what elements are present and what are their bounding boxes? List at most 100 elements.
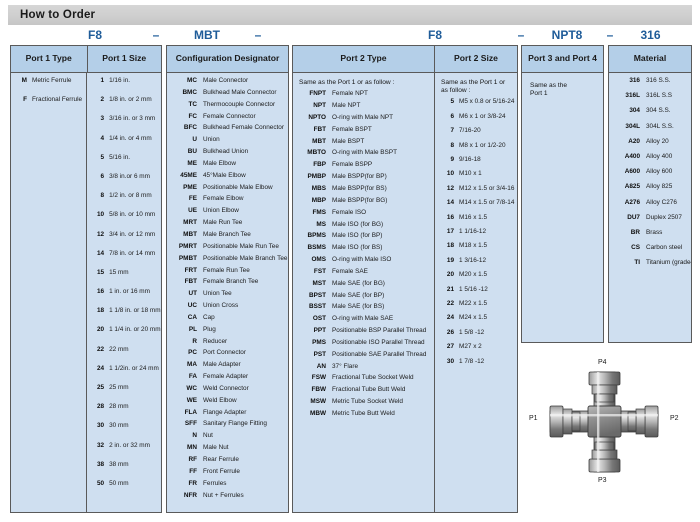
entry-row: BR Brass (609, 228, 691, 245)
entry-code: U (192, 136, 197, 144)
entry-description: Rear Ferrule (203, 456, 239, 463)
entry-row: DU7 Duplex 2507 (609, 214, 691, 230)
entry-code: 12 (96, 230, 105, 238)
column-port2-type: Same as the Port 1 or as follow : FNPT Fe… (293, 73, 435, 512)
code-segment-material: 316 (640, 28, 661, 42)
entry-row: NFR Nut + Ferrules (167, 491, 288, 505)
entry-code: A20 (628, 137, 640, 145)
entry-description: 9/16-18 (459, 156, 481, 164)
entry-code: WE (186, 396, 197, 404)
entry-code: 20 (446, 271, 454, 279)
entry-row: 316L 316L S.S (609, 92, 691, 108)
entry-code: 27 (446, 343, 454, 351)
entry-code: 6 (450, 112, 454, 120)
entry-code: FC (188, 112, 197, 120)
entry-row: FR Ferrules (167, 480, 288, 493)
entry-code: SFF (184, 420, 197, 428)
entry-code: 28 (96, 403, 105, 411)
entry-row: WC Weld Connector (167, 385, 288, 398)
entry-row: A20 Alloy 20 (609, 137, 691, 154)
entry-description: Reducer (203, 337, 228, 345)
group-port34-header: Port 3 and Port 4 (522, 46, 603, 73)
entry-row: 18 M18 x 1.5 (435, 242, 517, 257)
entry-description: 3/16 in. or 3 mm (109, 115, 156, 123)
entry-description: Fractional Tube Butt Weld (332, 386, 406, 394)
entry-row: 3 3/16 in. or 3 mm (87, 115, 161, 135)
entry-code: NPTO (308, 113, 326, 121)
entry-description: Metric Tube Socket Weld (332, 398, 403, 406)
entry-code: 16 (96, 288, 105, 296)
entry-row: PMBT Positionable Male Branch Tee (167, 255, 288, 268)
cross-fitting-figure: P1 P2 P3 P4 (528, 358, 696, 488)
entry-description: O-ring with Male BSPT (332, 149, 397, 157)
entry-code: PMBP (307, 173, 326, 181)
entry-code: 22 (96, 345, 105, 353)
port2-size-note: Same as the Port 1 or as follow : (441, 79, 506, 95)
entry-description: Brass (646, 228, 663, 236)
entry-code: A400 (624, 152, 640, 160)
entry-description: 304 S.S. (646, 107, 671, 115)
entry-description: M10 x 1 (459, 170, 482, 178)
entry-row: 19 1 3/16-12 (435, 256, 517, 272)
group-port1-header: Port 1 Type Port 1 Size (11, 46, 161, 73)
entry-code: 24 (96, 364, 105, 372)
entry-row: 32 2 in. or 32 mm (87, 441, 161, 462)
entry-code: PMS (312, 338, 326, 346)
entry-description: Female BSPP (332, 161, 373, 169)
entry-code: BSST (308, 303, 326, 311)
entry-description: 3/4 in. or 12 mm (109, 230, 156, 238)
entry-description: Male BSPP(for BG) (332, 196, 388, 204)
entry-description: 316L S.S (646, 92, 673, 100)
code-segment-port2: F8 (427, 28, 442, 42)
entry-code: 15 (96, 268, 105, 276)
entry-code: R (192, 337, 197, 345)
entry-row: 26 1 5/8 -12 (435, 329, 517, 344)
entry-code: 9 (450, 156, 454, 164)
entry-code: CS (631, 244, 640, 252)
entry-row: 25 25 mm (87, 384, 161, 404)
entry-row: 15 15 mm (87, 268, 161, 289)
group-port2: Port 2 Type Port 2 Size Same as the Port… (292, 45, 518, 513)
entry-code: FSW (311, 374, 326, 382)
entry-description: 1/4 in. or 4 mm (109, 134, 152, 142)
entry-row: TI Titanium (grade4) (609, 259, 691, 275)
entry-code: MA (187, 361, 197, 369)
entry-description: Male Branch Tee (203, 230, 251, 238)
entry-code: NFR (183, 491, 197, 499)
entry-row: 50 50 mm (87, 480, 161, 500)
column-header-port1-size: Port 1 Size (102, 53, 147, 64)
entry-description: 15 mm (109, 268, 129, 276)
entry-code: PC (188, 349, 197, 357)
page-title-bar: How to Order (8, 5, 692, 25)
entry-description: 2 in. or 32 mm (109, 441, 150, 449)
entry-description: M24 x 1.5 (459, 314, 488, 322)
entry-code: MS (316, 220, 326, 228)
entry-description: Male SAE (for BG) (332, 279, 385, 287)
entry-code: MBP (311, 196, 326, 204)
entry-row: 316 316 S.S. (609, 77, 691, 93)
entry-code: 6 (100, 172, 105, 180)
entry-row: TC Thermocouple Connector (167, 101, 288, 114)
entry-description: Female NPT (332, 90, 368, 98)
column-header-port2-type: Port 2 Type (293, 46, 435, 72)
entry-description: Male BSPP(for BS) (332, 184, 387, 192)
entry-code: 30 (96, 422, 105, 430)
entry-code: A276 (624, 198, 640, 206)
entry-description: 3/8 in.or 6 mm (109, 172, 150, 180)
entry-description: M8 x 1 or 1/2-20 (459, 141, 506, 149)
entry-row: 14 7/8 in. or 14 mm (87, 250, 161, 270)
entry-code: MC (187, 77, 197, 84)
entry-row: 12 M12 x 1.5 or 3/4-16 (435, 185, 517, 200)
entry-row: 304 304 S.S. (609, 107, 691, 123)
port3-port4-note: Same as the Port 1 (530, 82, 568, 98)
entry-description: 1 1/16-12 (459, 227, 487, 235)
entry-row: 10 5/8 in. or 10 mm (87, 211, 161, 231)
entry-description: 38 mm (109, 460, 129, 468)
column-header-port1-type: Port 1 Type (11, 46, 88, 72)
figure-label-p3: P3 (598, 477, 607, 484)
entry-code: AN (316, 362, 326, 370)
entry-description: 1 3/16-12 (459, 256, 487, 264)
entry-description: Union (203, 136, 220, 144)
entry-description: Alloy 825 (646, 183, 673, 191)
entry-description: Front Ferrule (203, 467, 240, 475)
